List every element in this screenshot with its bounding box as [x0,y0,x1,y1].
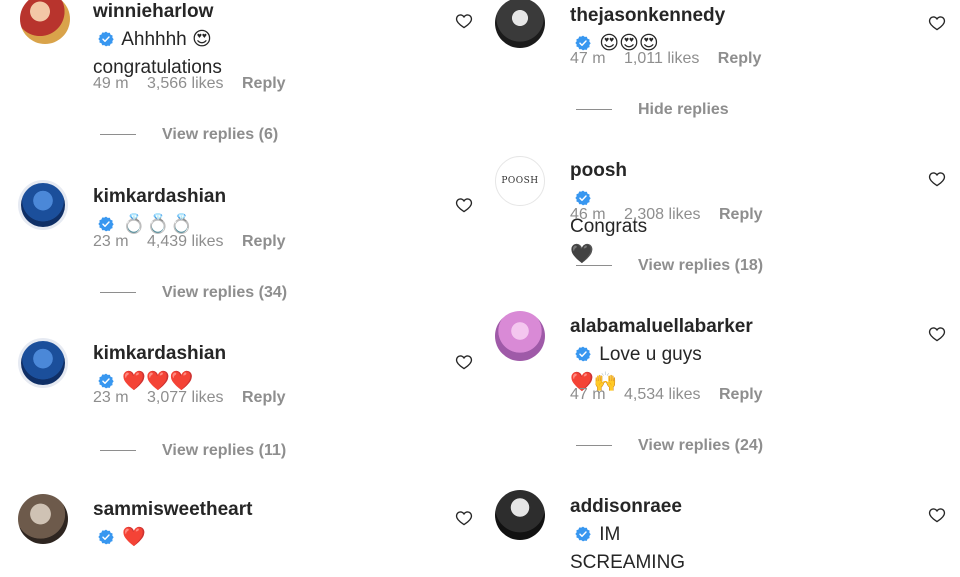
timestamp: 23 m [93,233,129,250]
verified-badge-icon [98,529,114,545]
view-replies-label: View replies (18) [638,257,764,274]
reply-button[interactable]: Reply [242,233,286,250]
comment-meta: 23 m 4,439 likes Reply [93,233,300,251]
view-replies-label: View replies (34) [162,284,288,301]
verified-badge-icon [98,216,114,232]
comment-body: Love u guys [599,344,702,365]
view-replies-label: View replies (24) [638,437,764,454]
comment-meta: 47 m 4,534 likes Reply [570,386,777,404]
likes-count[interactable]: 1,011 likes [624,50,699,67]
avatar-thejasonkennedy[interactable] [495,0,545,48]
hide-replies-button[interactable]: Hide replies [576,101,729,119]
verified-badge-icon [98,373,114,389]
username[interactable]: kimkardashian [93,343,226,364]
comment-meta: 47 m 1,011 likes Reply [570,50,775,68]
likes-count[interactable]: 3,077 likes [147,389,224,406]
view-replies-button[interactable]: View replies (6) [100,126,278,144]
comment-body: Ahhhhh 😍 [121,29,212,50]
reply-button[interactable]: Reply [242,389,286,406]
likes-count[interactable]: 3,566 likes [147,75,224,92]
heart-outline-icon[interactable] [928,325,946,343]
reply-button[interactable]: Reply [719,206,763,223]
reply-button[interactable]: Reply [718,50,762,67]
replies-divider [576,445,612,447]
comment-text-addisonraee: addisonraee IM SCREAMING [570,493,685,577]
comment-text-winnieharlow: winnieharlow Ahhhhh 😍 congratulations [93,0,222,82]
heart-outline-icon[interactable] [455,12,473,30]
timestamp: 47 m [570,386,606,403]
replies-divider [100,292,136,294]
username[interactable]: poosh [570,160,627,181]
heart-outline-icon[interactable] [455,509,473,527]
timestamp: 47 m [570,50,606,67]
reply-button[interactable]: Reply [719,386,763,403]
view-replies-button[interactable]: View replies (34) [100,284,287,302]
view-replies-button[interactable]: View replies (24) [576,437,763,455]
comment-meta: 46 m 2,308 likes Reply [570,206,777,224]
verified-badge-icon [575,346,591,362]
timestamp: 23 m [93,389,129,406]
timestamp: 46 m [570,206,606,223]
replies-divider [576,109,612,111]
username[interactable]: kimkardashian [93,186,226,207]
likes-count[interactable]: 4,534 likes [624,386,701,403]
likes-count[interactable]: 2,308 likes [624,206,701,223]
comment-text-sammisweetheart: sammisweetheart ❤️ [93,496,252,552]
likes-count[interactable]: 4,439 likes [147,233,224,250]
replies-divider [576,265,612,267]
avatar-alabamaluellabarker[interactable] [495,311,545,361]
verified-badge-icon [575,35,591,51]
username[interactable]: addisonraee [570,496,682,517]
avatar-kimkardashian[interactable] [18,338,68,388]
verified-badge-icon [575,190,591,206]
username[interactable]: thejasonkennedy [570,5,725,26]
username[interactable]: winnieharlow [93,1,213,22]
comment-text-kimkardashian: kimkardashian ❤️❤️❤️ [93,340,226,396]
comment-meta: 23 m 3,077 likes Reply [93,389,300,407]
hide-replies-label: Hide replies [638,101,729,118]
heart-outline-icon[interactable] [455,353,473,371]
view-replies-button[interactable]: View replies (11) [100,442,286,460]
avatar-poosh[interactable]: POOSH [495,156,545,206]
timestamp: 49 m [93,75,129,92]
view-replies-button[interactable]: View replies (18) [576,257,763,275]
comment-text-kimkardashian: kimkardashian 💍💍💍 [93,183,226,239]
avatar-kimkardashian[interactable] [18,180,68,230]
heart-outline-icon[interactable] [928,170,946,188]
view-replies-label: View replies (6) [162,126,279,143]
reply-button[interactable]: Reply [242,75,286,92]
verified-badge-icon [98,31,114,47]
replies-divider [100,134,136,136]
heart-outline-icon[interactable] [928,506,946,524]
avatar-addisonraee[interactable] [495,490,545,540]
replies-divider [100,450,136,452]
comment-meta: 49 m 3,566 likes Reply [93,75,300,93]
avatar-winnieharlow[interactable] [20,0,70,44]
avatar-sammisweetheart[interactable] [18,494,68,544]
comment-body: ❤️ [122,527,146,548]
comment-text-alabamaluellabarker: alabamaluellabarker Love u guys ❤️🙌 [570,313,753,397]
comment-body: 💍💍💍 [122,214,194,235]
avatar-logo-text: POOSH [501,176,539,186]
view-replies-label: View replies (11) [162,442,287,459]
heart-outline-icon[interactable] [928,14,946,32]
heart-outline-icon[interactable] [455,196,473,214]
username[interactable]: sammisweetheart [93,499,252,520]
username[interactable]: alabamaluellabarker [570,316,753,337]
